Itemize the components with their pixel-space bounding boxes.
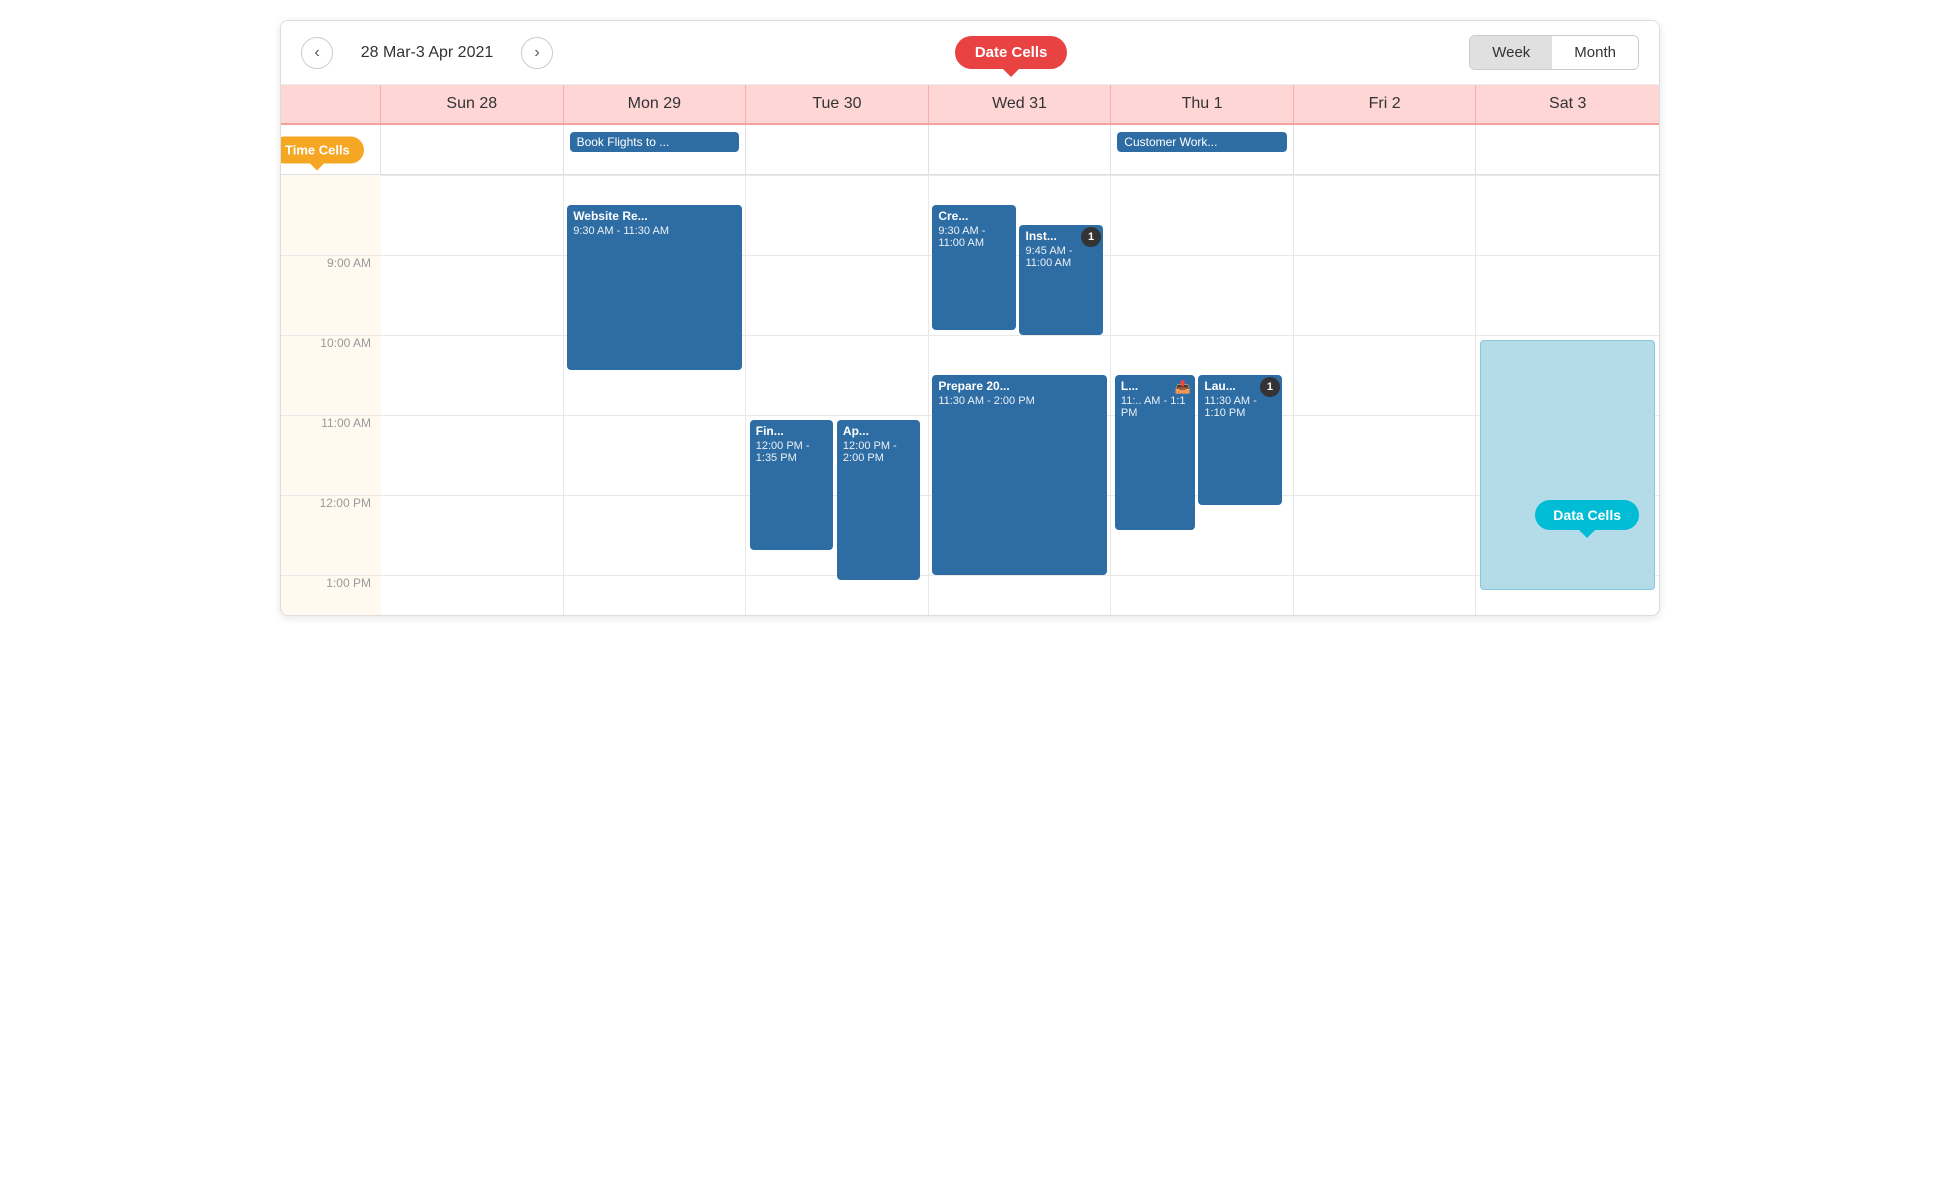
event-title: Cre...	[938, 209, 1010, 223]
event-time: 11:30 AM - 1:10 PM	[1204, 395, 1276, 419]
event-sat-data[interactable]	[1480, 340, 1655, 590]
allday-mon[interactable]: Book Flights to ...	[564, 125, 747, 174]
event-time: 12:00 PM - 2:00 PM	[843, 440, 915, 464]
time-cells-label: Time Cells	[280, 136, 364, 163]
time-slot-10am: 9:00 AM	[281, 255, 381, 335]
event-time: 9:45 AM - 11:00 AM	[1025, 245, 1097, 269]
day-col-mon[interactable]: Website Re... 9:30 AM - 11:30 AM	[564, 175, 747, 615]
day-col-thu[interactable]: L... 📤 11:.. AM - 1:1 PM Lau... 11:30 AM…	[1111, 175, 1294, 615]
date-cells-tooltip: Date Cells	[955, 36, 1068, 69]
header-thu[interactable]: Thu 1	[1111, 85, 1294, 123]
header-mon[interactable]: Mon 29	[564, 85, 747, 123]
allday-time-cell: Time Cells	[281, 125, 381, 174]
event-time: 11:.. AM - 1:1 PM	[1121, 395, 1189, 419]
event-launch-lau[interactable]: Lau... 11:30 AM - 1:10 PM 1	[1198, 375, 1282, 505]
day-col-sun[interactable]	[381, 175, 564, 615]
allday-sat[interactable]	[1476, 125, 1659, 174]
header-center: Date Cells	[553, 36, 1469, 69]
event-ap[interactable]: Ap... 12:00 PM - 2:00 PM	[837, 420, 921, 580]
time-column: 9:00 AM 10:00 AM 11:00 AM 12:00 PM 1:00 …	[281, 175, 381, 615]
day-col-tue[interactable]: Fin... 12:00 PM - 1:35 PM Ap... 12:00 PM…	[746, 175, 929, 615]
time-slot-1pm: 12:00 PM	[281, 495, 381, 575]
allday-wed[interactable]	[929, 125, 1112, 174]
day-header-row: Sun 28 Mon 29 Tue 30 Wed 31 Thu 1 Fri 2 …	[281, 85, 1659, 125]
allday-thu[interactable]: Customer Work...	[1111, 125, 1294, 174]
day-col-sat[interactable]	[1476, 175, 1659, 615]
event-launch-l[interactable]: L... 📤 11:.. AM - 1:1 PM	[1115, 375, 1195, 530]
date-range-label: 28 Mar-3 Apr 2021	[347, 44, 507, 62]
allday-sun[interactable]	[381, 125, 564, 174]
allday-row: Time Cells Book Flights to ... Customer …	[281, 125, 1659, 175]
event-cre[interactable]: Cre... 9:30 AM - 11:00 AM	[932, 205, 1016, 330]
time-slot-9am	[281, 175, 381, 255]
calendar-container: ‹ 28 Mar-3 Apr 2021 › Date Cells Week Mo…	[280, 20, 1660, 616]
event-time: 11:30 AM - 2:00 PM	[938, 395, 1100, 407]
event-badge: 1	[1260, 377, 1280, 397]
event-title: Ap...	[843, 424, 915, 438]
event-badge: 1	[1081, 227, 1101, 247]
next-nav-button[interactable]: ›	[521, 37, 553, 69]
event-website-re[interactable]: Website Re... 9:30 AM - 11:30 AM	[567, 205, 741, 370]
header-sun[interactable]: Sun 28	[381, 85, 564, 123]
allday-event-customer-work[interactable]: Customer Work...	[1117, 132, 1287, 152]
header-fri[interactable]: Fri 2	[1294, 85, 1477, 123]
time-slot-12pm: 11:00 AM	[281, 415, 381, 495]
allday-tue[interactable]	[746, 125, 929, 174]
grid-body: Data Cells 9:00 AM 10:00 AM 11:00 AM 12:…	[281, 175, 1659, 615]
event-time: 9:30 AM - 11:00 AM	[938, 225, 1010, 249]
day-col-fri[interactable]	[1294, 175, 1477, 615]
header-time-cell	[281, 85, 381, 123]
event-title: Fin...	[756, 424, 828, 438]
allday-event-book-flights[interactable]: Book Flights to ...	[570, 132, 740, 152]
share-icon: 📤	[1175, 379, 1191, 395]
time-slot-11am: 10:00 AM	[281, 335, 381, 415]
day-col-wed[interactable]: Cre... 9:30 AM - 11:00 AM Inst... 9:45 A…	[929, 175, 1112, 615]
view-toggle: Week Month	[1469, 35, 1639, 70]
header-sat[interactable]: Sat 3	[1476, 85, 1659, 123]
header-tue[interactable]: Tue 30	[746, 85, 929, 123]
event-title: Website Re...	[573, 209, 735, 223]
event-fin[interactable]: Fin... 12:00 PM - 1:35 PM	[750, 420, 834, 550]
month-view-button[interactable]: Month	[1552, 36, 1638, 69]
event-prepare[interactable]: Prepare 20... 11:30 AM - 2:00 PM	[932, 375, 1106, 575]
allday-fri[interactable]	[1294, 125, 1477, 174]
calendar-header: ‹ 28 Mar-3 Apr 2021 › Date Cells Week Mo…	[281, 21, 1659, 85]
event-inst[interactable]: Inst... 9:45 AM - 11:00 AM 1	[1019, 225, 1103, 335]
event-time: 9:30 AM - 11:30 AM	[573, 225, 735, 237]
week-view-button[interactable]: Week	[1470, 36, 1552, 69]
event-title: Prepare 20...	[938, 379, 1100, 393]
time-grid: 9:00 AM 10:00 AM 11:00 AM 12:00 PM 1:00 …	[281, 175, 1659, 615]
header-wed[interactable]: Wed 31	[929, 85, 1112, 123]
event-time: 12:00 PM - 1:35 PM	[756, 440, 828, 464]
prev-nav-button[interactable]: ‹	[301, 37, 333, 69]
time-slot-end: 1:00 PM	[281, 575, 381, 615]
